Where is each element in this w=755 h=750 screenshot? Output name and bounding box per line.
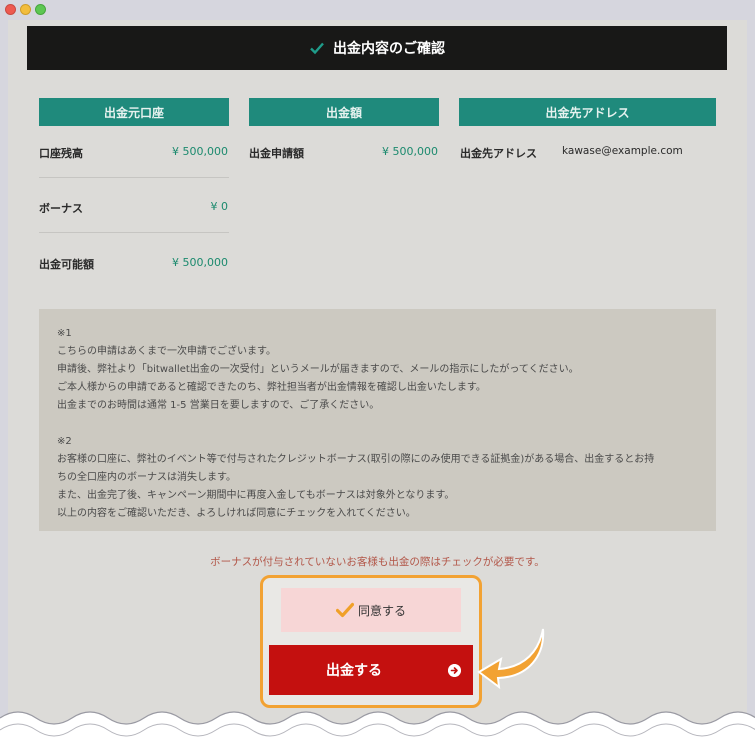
browser-window: 出金内容のご確認 出金元口座 出金額 出金先アドレス 口座残高 ¥ 500,00… <box>0 0 755 750</box>
page-content: 出金内容のご確認 出金元口座 出金額 出金先アドレス 口座残高 ¥ 500,00… <box>8 20 747 725</box>
warning-message: ボーナスが付与されていないお客様も出金の際はチェックが必要です。 <box>210 556 545 568</box>
divider <box>39 232 229 233</box>
column-header-source-account: 出金元口座 <box>39 98 229 126</box>
arrow-right-circle-icon <box>448 664 461 677</box>
agree-checkbox[interactable]: 同意する <box>281 588 461 632</box>
notice-text: ※1 こちらの申請はあくまで一次申請でございます。 申請後、弊社より「bitwa… <box>57 328 655 519</box>
window-titlebar <box>0 0 755 20</box>
withdraw-button[interactable]: 出金する <box>269 645 473 695</box>
torn-edge <box>0 711 755 750</box>
column-header-address: 出金先アドレス <box>459 98 716 126</box>
bonus-value: ¥ 0 <box>210 200 229 213</box>
page-header: 出金内容のご確認 <box>27 26 727 70</box>
check-icon <box>310 42 324 55</box>
pointer-arrow-icon <box>477 628 545 690</box>
page-title: 出金内容のご確認 <box>333 41 445 57</box>
minimize-window-icon[interactable] <box>20 4 31 15</box>
available-label: 出金可能額 <box>39 258 94 271</box>
address-value: kawase@example.com <box>562 145 683 157</box>
column-header-amount: 出金額 <box>249 98 439 126</box>
action-highlight: 同意する 出金する <box>260 575 482 708</box>
available-value: ¥ 500,000 <box>172 256 228 269</box>
withdraw-button-label: 出金する <box>326 663 382 679</box>
address-label: 出金先アドレス <box>460 147 537 160</box>
bonus-label: ボーナス <box>39 202 83 215</box>
request-amount-label: 出金申請額 <box>249 147 304 160</box>
divider <box>39 177 229 178</box>
window-border-right <box>747 20 755 720</box>
maximize-window-icon[interactable] <box>35 4 46 15</box>
notice-box: ※1 こちらの申請はあくまで一次申請でございます。 申請後、弊社より「bitwa… <box>39 309 716 531</box>
window-border-left <box>0 20 8 720</box>
balance-label: 口座残高 <box>39 147 83 160</box>
checkmark-icon <box>335 602 354 618</box>
balance-value: ¥ 500,000 <box>172 145 228 158</box>
agree-label: 同意する <box>357 603 406 618</box>
close-window-icon[interactable] <box>5 4 16 15</box>
request-amount-value: ¥ 500,000 <box>382 145 438 158</box>
